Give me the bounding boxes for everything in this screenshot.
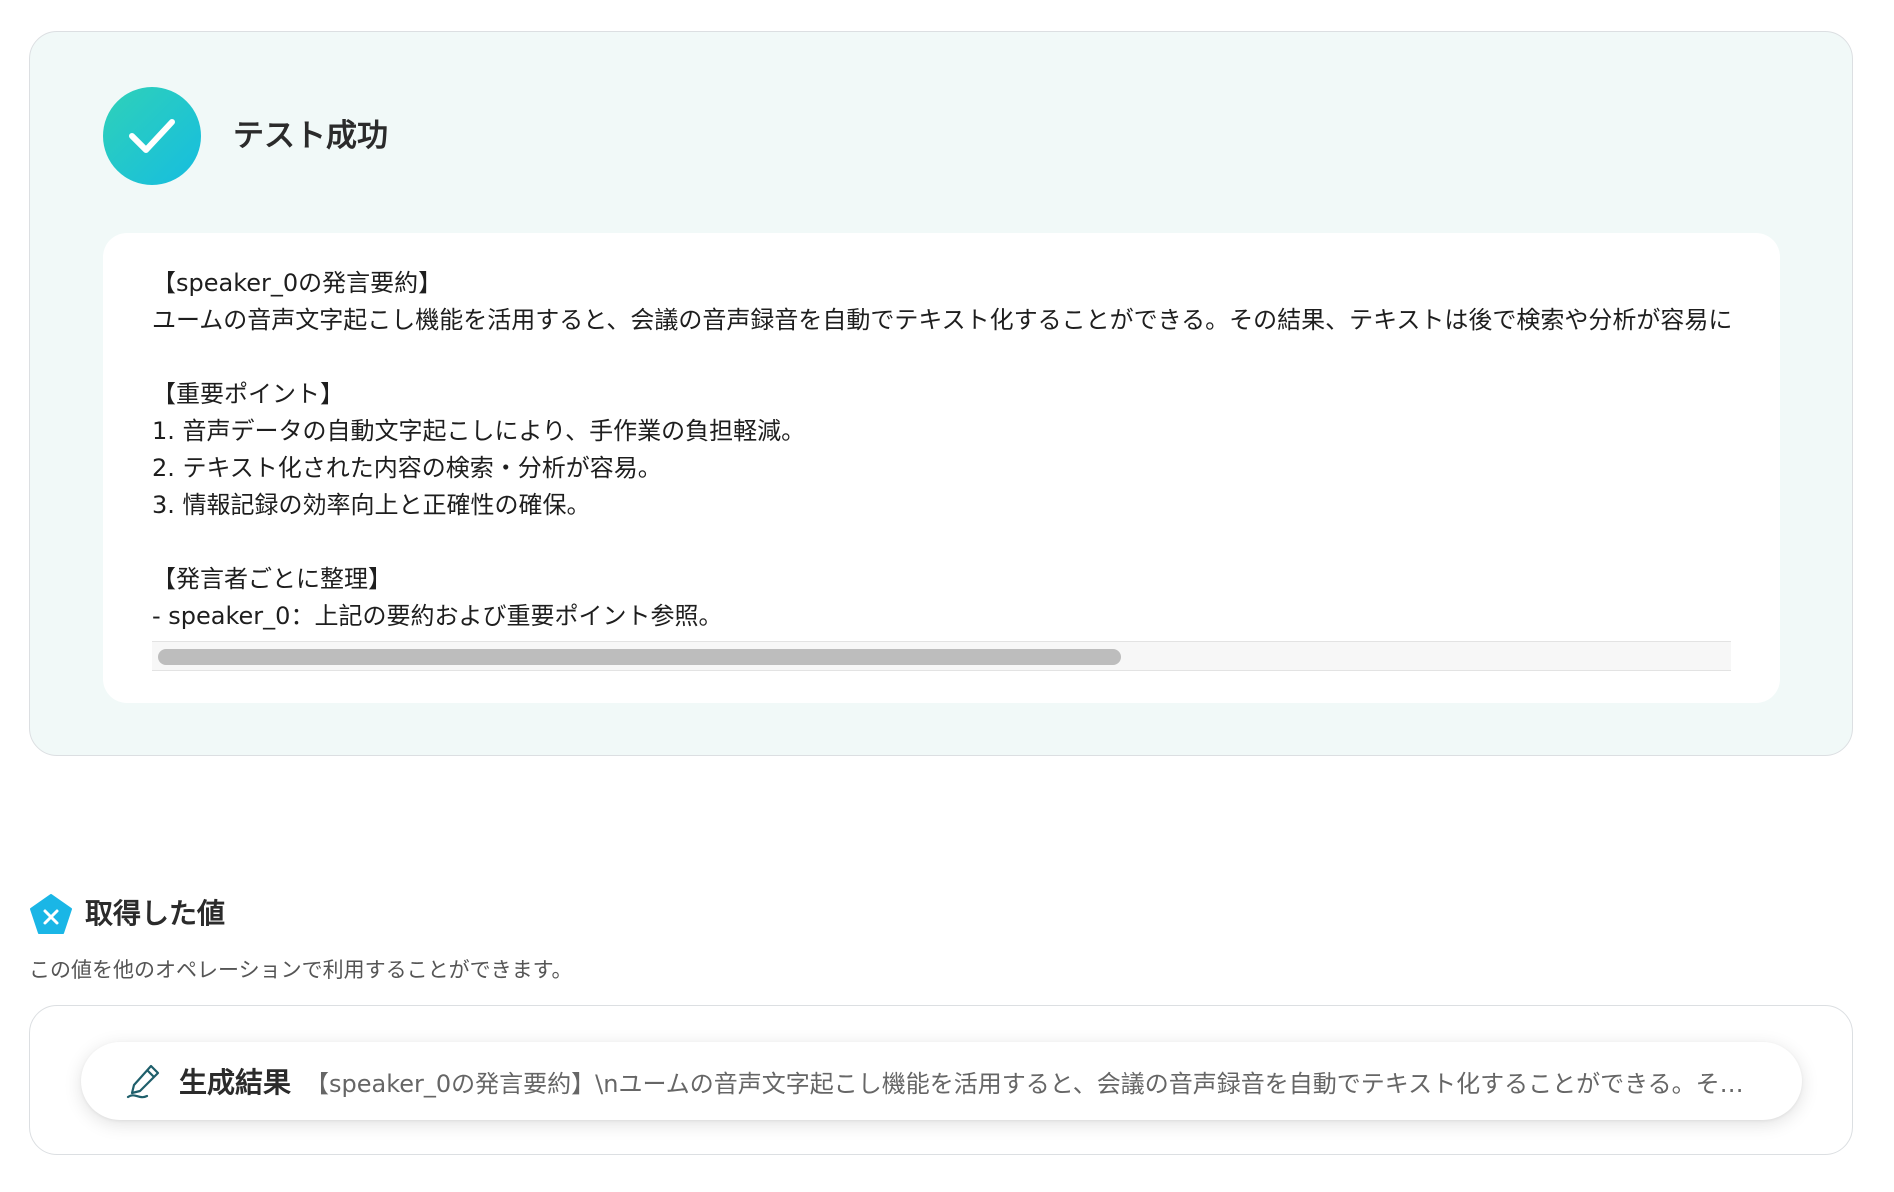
output-line: 【発言者ごとに整理】 bbox=[152, 565, 392, 593]
scrollbar-thumb[interactable] bbox=[158, 649, 1121, 665]
retrieved-values-list: 生成結果 【speaker_0の発言要約】\nユームの音声文字起こし機能を活用す… bbox=[29, 1005, 1853, 1155]
check-icon bbox=[103, 87, 201, 185]
pentagon-x-icon bbox=[30, 894, 72, 934]
test-output-box: 【speaker_0の発言要約】 ユームの音声文字起こし機能を活用すると、会議の… bbox=[103, 233, 1780, 703]
value-item-generated-result[interactable]: 生成結果 【speaker_0の発言要約】\nユームの音声文字起こし機能を活用す… bbox=[81, 1042, 1802, 1120]
output-line: - speaker_0：上記の要約および重要ポイント参照。 bbox=[152, 602, 723, 630]
value-preview: 【speaker_0の発言要約】\nユームの音声文字起こし機能を活用すると、会議… bbox=[305, 1069, 1762, 1098]
output-line: 【重要ポイント】 bbox=[152, 380, 344, 408]
output-line: 2. テキスト化された内容の検索・分析が容易。 bbox=[152, 454, 662, 482]
output-line: 【speaker_0の発言要約】 bbox=[152, 269, 443, 297]
output-line: ユームの音声文字起こし機能を活用すると、会議の音声録音を自動でテキスト化すること… bbox=[152, 306, 1731, 334]
retrieved-values-title: 取得した値 bbox=[85, 897, 226, 930]
test-output-text[interactable]: 【speaker_0の発言要約】 ユームの音声文字起こし機能を活用すると、会議の… bbox=[152, 265, 1731, 631]
value-name: 生成結果 bbox=[179, 1066, 292, 1099]
test-success-title: テスト成功 bbox=[233, 118, 388, 154]
pen-icon bbox=[126, 1064, 160, 1099]
retrieved-values-heading: 取得した値 bbox=[29, 893, 225, 935]
retrieved-values-description: この値を他のオペレーションで利用することができます。 bbox=[29, 958, 573, 982]
output-line: 3. 情報記録の効率向上と正確性の確保。 bbox=[152, 491, 591, 519]
horizontal-scrollbar[interactable] bbox=[152, 641, 1731, 671]
output-line: 1. 音声データの自動文字起こしにより、手作業の負担軽減。 bbox=[152, 417, 806, 445]
test-success-panel: テスト成功 【speaker_0の発言要約】 ユームの音声文字起こし機能を活用す… bbox=[29, 31, 1853, 756]
